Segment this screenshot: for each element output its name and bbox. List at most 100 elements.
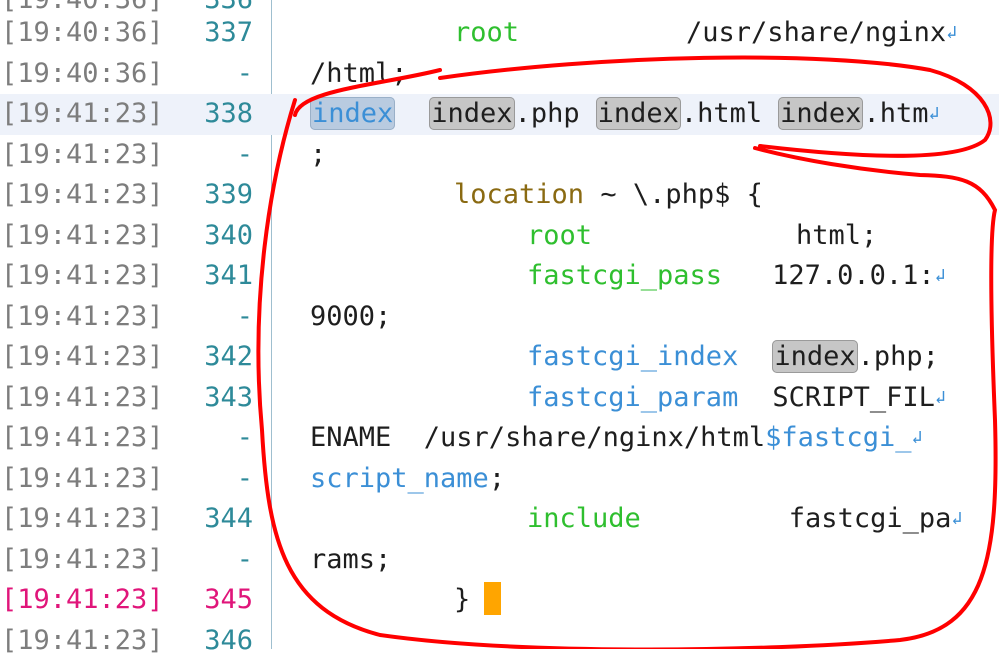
directive: index xyxy=(310,97,396,130)
directive-value: SCRIPT_FIL xyxy=(772,382,935,413)
wrap-arrow-icon: ↲ xyxy=(934,387,946,408)
line-row[interactable]: [19:40:36] 337 root/usr/share/nginx↲ xyxy=(0,13,999,54)
line-row[interactable]: [19:41:23] 340 root html; xyxy=(0,216,999,257)
timestamp: [19:41:23] xyxy=(1,463,164,494)
line-number: 339 xyxy=(204,179,253,210)
search-match: index xyxy=(778,97,864,130)
variable: script_name xyxy=(310,463,489,494)
code-line[interactable]: } xyxy=(454,580,502,621)
line-number: 345 xyxy=(204,584,253,615)
code-text: .php xyxy=(514,98,580,129)
variable: $fastcgi_ xyxy=(765,422,912,453)
code-line[interactable]: index index.php index.html index.htm↲ xyxy=(310,94,939,135)
directive: include xyxy=(527,503,641,534)
directive-value: fastcgi_pa xyxy=(788,503,952,534)
code-line[interactable]: fastcgi_param SCRIPT_FIL↲ xyxy=(527,378,946,419)
line-row[interactable]: [19:41:23] 343 fastcgi_param SCRIPT_FIL↲ xyxy=(0,378,999,419)
directive: root xyxy=(527,220,593,251)
line-number: - xyxy=(236,301,253,332)
timestamp: [19:41:23] xyxy=(1,220,164,251)
line-number: 337 xyxy=(204,17,253,48)
code-line[interactable]: script_name; xyxy=(310,459,505,500)
search-match: index xyxy=(429,97,515,130)
line-number: - xyxy=(236,544,253,575)
code-line[interactable]: include fastcgi_pa↲ xyxy=(527,499,962,540)
timestamp: [19:41:23] xyxy=(1,382,164,413)
timestamp: [19:41:23] xyxy=(1,98,164,129)
timestamp: [19:41:23] xyxy=(1,139,164,170)
directive-value: 127.0.0.1: xyxy=(772,260,935,291)
timestamp: [19:41:23] xyxy=(1,625,164,656)
code-text: .htm xyxy=(863,98,929,129)
directive: location xyxy=(454,179,585,210)
text-cursor xyxy=(484,582,502,615)
search-match: index xyxy=(772,340,858,373)
line-number: 343 xyxy=(204,382,253,413)
directive: fastcgi_param xyxy=(527,382,739,413)
line-row[interactable]: [19:41:23] 342 fastcgi_index index.php; xyxy=(0,337,999,378)
code-line[interactable]: /html; xyxy=(310,54,408,95)
line-number: 342 xyxy=(204,341,253,372)
line-row[interactable]: [19:41:23] 339 location ~ \.php$ { xyxy=(0,175,999,216)
code-line[interactable]: fastcgi_pass 127.0.0.1:↲ xyxy=(527,256,945,297)
directive-value: ~ \.php$ { xyxy=(600,179,763,210)
current-line-row[interactable]: [19:41:23] 345 } xyxy=(0,580,999,621)
code-line[interactable]: 9000; xyxy=(310,297,391,338)
search-match: index xyxy=(595,97,681,130)
directive-value: /usr/share/nginx xyxy=(686,17,947,48)
timestamp: [19:40:36] xyxy=(1,58,164,89)
line-row[interactable]: [19:41:23] - ENAME /usr/share/nginx/html… xyxy=(0,418,999,459)
code-line[interactable]: location ~ \.php$ { xyxy=(454,175,763,216)
code-line[interactable]: ENAME /usr/share/nginx/html$fastcgi_↲ xyxy=(310,418,922,459)
timestamp: [19:41:23] xyxy=(1,544,164,575)
line-number: 346 xyxy=(204,625,253,656)
code-line[interactable]: fastcgi_index index.php; xyxy=(527,337,939,378)
directive: fastcgi_index xyxy=(527,341,739,372)
wrap-arrow-icon: ↲ xyxy=(951,508,963,529)
code-text: rams; xyxy=(310,544,392,575)
code-text: } xyxy=(454,584,471,615)
line-number: - xyxy=(236,463,253,494)
line-number: 341 xyxy=(204,260,253,291)
code-text: .php; xyxy=(857,341,939,372)
editor-view[interactable]: [19:40:36] 336 [19:40:36] 337 root/usr/s… xyxy=(0,0,999,656)
line-number: 340 xyxy=(204,220,253,251)
line-row[interactable]: [19:41:23] 341 fastcgi_pass 127.0.0.1:↲ xyxy=(0,256,999,297)
line-number: - xyxy=(236,422,253,453)
timestamp: [19:41:23] xyxy=(1,503,164,534)
timestamp: [19:41:23] xyxy=(1,260,164,291)
wrap-arrow-icon: ↲ xyxy=(911,427,923,448)
code-line[interactable]: root/usr/share/nginx↲ xyxy=(454,13,957,54)
code-text: /html; xyxy=(310,58,408,89)
timestamp: [19:41:23] xyxy=(1,341,164,372)
timestamp: [19:40:36] xyxy=(1,17,164,48)
code-line[interactable]: ; xyxy=(310,135,326,176)
timestamp: [19:41:23] xyxy=(1,422,164,453)
wrap-arrow-icon: ↲ xyxy=(934,265,946,286)
line-row[interactable]: [19:41:23] - rams; xyxy=(0,540,999,581)
line-row[interactable]: [19:40:36] - /html; xyxy=(0,54,999,95)
wrap-arrow-icon: ↲ xyxy=(928,103,940,124)
line-row[interactable]: [19:41:23] 346 xyxy=(0,621,999,662)
code-text: ; xyxy=(310,139,327,170)
timestamp: [19:41:23] xyxy=(1,584,164,615)
directive: root xyxy=(454,17,520,48)
line-number: 338 xyxy=(204,98,253,129)
timestamp: [19:41:23] xyxy=(1,179,164,210)
line-number: - xyxy=(236,139,253,170)
code-text: .html xyxy=(680,98,763,129)
code-text: ENAME /usr/share/nginx/html xyxy=(310,422,766,453)
line-row[interactable]: [19:41:23] - 9000; xyxy=(0,297,999,338)
line-row[interactable]: [19:41:23] 338 index index.php index.html i… xyxy=(0,94,999,135)
line-row[interactable]: [19:41:23] - script_name; xyxy=(0,459,999,500)
directive-value: html; xyxy=(796,220,878,251)
line-number: 344 xyxy=(204,503,253,534)
code-line[interactable]: root html; xyxy=(527,216,877,257)
timestamp: [19:41:23] xyxy=(1,301,164,332)
directive: fastcgi_pass xyxy=(527,260,723,291)
line-row[interactable]: [19:41:23] 344 include fastcgi_pa↲ xyxy=(0,499,999,540)
line-number: - xyxy=(236,58,253,89)
code-text: 9000; xyxy=(310,301,392,332)
code-line[interactable]: rams; xyxy=(310,540,391,581)
line-row[interactable]: [19:41:23] - ; xyxy=(0,135,999,176)
